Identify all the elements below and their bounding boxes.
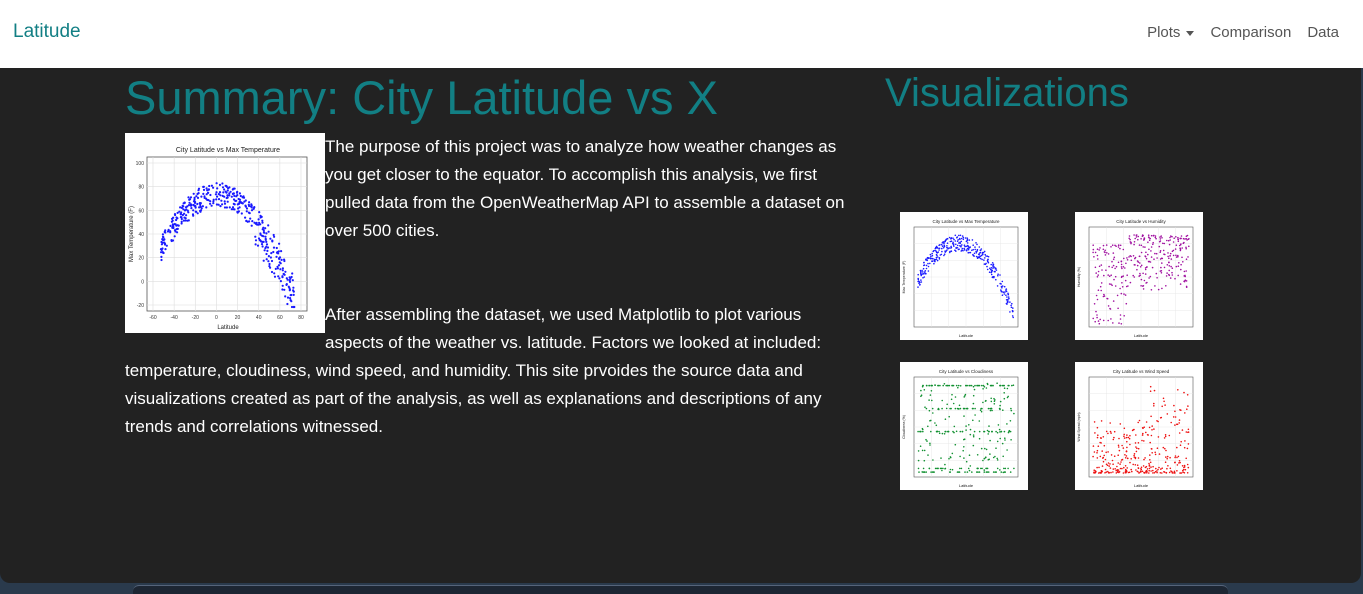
svg-text:-40: -40 [171, 315, 178, 321]
svg-text:-20: -20 [192, 315, 199, 321]
thumbnail-cloudiness[interactable]: City Latitude vs Cloudiness Latitude Clo… [900, 362, 1028, 490]
thumbnail-cloudiness-title: City Latitude vs Cloudiness [939, 369, 994, 374]
svg-text:0: 0 [215, 315, 218, 321]
thumbnail-temperature-xlabel: Latitude [959, 333, 974, 338]
thumbnail-cloudiness-xlabel: Latitude [959, 483, 974, 488]
thumbnail-temperature-points [917, 234, 1014, 319]
summary-plot-grid [147, 157, 307, 311]
svg-text:-60: -60 [149, 315, 156, 321]
svg-text:40: 40 [256, 315, 262, 321]
svg-text:20: 20 [235, 315, 241, 321]
summary-plot-title: City Latitude vs Max Temperature [176, 147, 280, 154]
summary-plot-image: City Latitude vs Max Temperature 100 80 60… [125, 133, 325, 333]
thumbnail-temperature[interactable]: City Latitude vs Max Temperature Latitud… [900, 212, 1028, 340]
taskbar-edge [133, 585, 1228, 594]
summary-plot-ylabel: Max Temperature (F) [129, 206, 135, 262]
svg-text:-20: -20 [137, 303, 144, 309]
thumbnail-humidity-svg: City Latitude vs Humidity Latitude Humid… [1077, 219, 1194, 338]
nav-item-plots[interactable]: Plots [1147, 24, 1195, 41]
svg-text:20: 20 [138, 256, 144, 262]
svg-text:100: 100 [136, 161, 145, 167]
svg-text:60: 60 [138, 208, 144, 214]
visualizations-title: Visualizations [885, 71, 1129, 115]
summary-plot-points [159, 182, 296, 309]
thumbnail-humidity[interactable]: City Latitude vs Humidity Latitude Humid… [1075, 212, 1203, 340]
thumbnail-wind-speed-grid [1089, 377, 1193, 477]
thumbnail-cloudiness-svg: City Latitude vs Cloudiness Latitude Clo… [902, 369, 1019, 488]
nav-item-data[interactable]: Data [1307, 24, 1339, 41]
svg-text:80: 80 [298, 315, 304, 321]
thumbnail-wind-speed[interactable]: City Latitude vs Wind Speed Latitude Win… [1075, 362, 1203, 490]
nav-item-comparison[interactable]: Comparison [1210, 24, 1291, 41]
summary-title: Summary: City Latitude vs X [125, 71, 718, 124]
summary-plot-xlabel: Latitude [217, 325, 239, 331]
svg-text:0: 0 [141, 279, 144, 285]
thumbnail-wind-speed-title: City Latitude vs Wind Speed [1113, 369, 1170, 374]
nav-menu: Plots Comparison Data [1147, 24, 1339, 41]
summary-plot-svg: City Latitude vs Max Temperature 100 80 60… [129, 147, 308, 331]
summary-text: City Latitude vs Max Temperature 100 80 60… [125, 133, 860, 441]
thumbnail-wind-speed-ylabel: Wind Speed (mph) [1077, 412, 1081, 441]
svg-text:60: 60 [277, 315, 283, 321]
summary-plot-xticks: -60 -40 -20 0 20 40 60 80 [149, 315, 304, 321]
svg-text:40: 40 [138, 232, 144, 238]
caret-down-icon [1186, 30, 1195, 36]
thumbnail-temperature-title: City Latitude vs Max Temperature [933, 219, 1000, 224]
summary-plot-yticks: 100 80 60 40 20 0 -20 [136, 161, 145, 309]
thumbnail-humidity-xlabel: Latitude [1134, 333, 1149, 338]
svg-text:80: 80 [138, 185, 144, 191]
thumbnail-humidity-ylabel: Humidity (%) [1077, 267, 1081, 287]
thumbnail-temperature-ylabel: Max Temperature (F) [902, 261, 906, 294]
thumbnail-humidity-grid [1089, 227, 1193, 327]
thumbnail-temperature-svg: City Latitude vs Max Temperature Latitud… [902, 219, 1019, 338]
thumbnail-cloudiness-ylabel: Cloudiness (%) [902, 415, 906, 439]
thumbnail-wind-speed-xlabel: Latitude [1134, 483, 1149, 488]
navbar: Latitude Plots Comparison Data [0, 0, 1363, 68]
nav-item-plots-label: Plots [1147, 24, 1181, 41]
thumbnail-humidity-title: City Latitude vs Humidity [1116, 219, 1166, 224]
thumbnail-wind-speed-svg: City Latitude vs Wind Speed Latitude Win… [1077, 369, 1194, 488]
brand-link[interactable]: Latitude [13, 21, 81, 43]
main-content: Summary: City Latitude vs X Visualizatio… [0, 68, 1361, 583]
